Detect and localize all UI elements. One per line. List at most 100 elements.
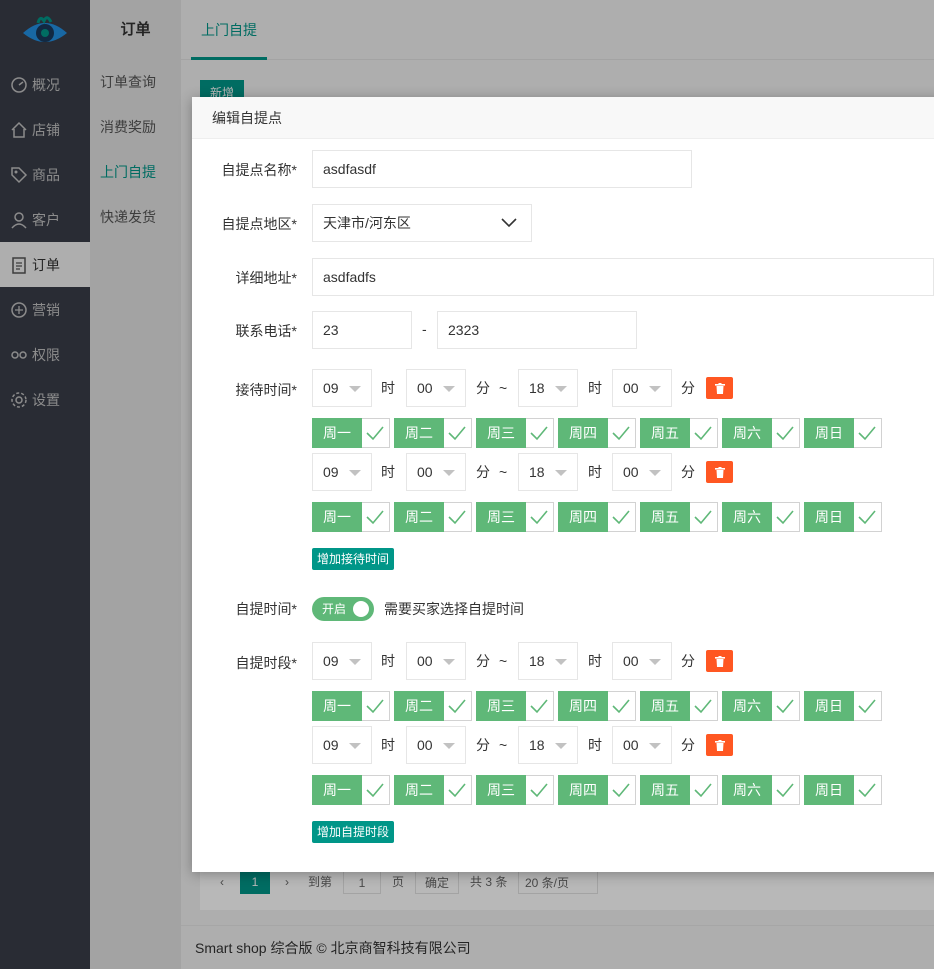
pickup-end-h-select[interactable]: 18 (518, 642, 578, 680)
weekday-checkbox[interactable]: 周五 (640, 418, 718, 448)
weekday-checkbox[interactable]: 周五 (640, 502, 718, 532)
reception-end-m-select[interactable]: 00 (612, 369, 672, 407)
weekday-checkbox[interactable]: 周六 (722, 775, 800, 805)
check-icon (775, 508, 795, 526)
check-icon (775, 424, 795, 442)
check-icon (857, 424, 877, 442)
reception-end-m-select[interactable]: 00 (612, 453, 672, 491)
weekday-checkbox[interactable]: 周一 (312, 691, 390, 721)
check-icon (693, 781, 713, 799)
hour-unit: 时 (588, 737, 602, 753)
phone-number-input[interactable]: 2323 (437, 311, 637, 349)
weekday-checkbox[interactable]: 周一 (312, 502, 390, 532)
reception-start-m-value: 00 (417, 464, 433, 480)
weekday-checkbox[interactable]: 周六 (722, 502, 800, 532)
pickup-start-h-value: 09 (323, 653, 339, 669)
weekday-checkbox[interactable]: 周日 (804, 775, 882, 805)
weekday-checkbox[interactable]: 周三 (476, 691, 554, 721)
weekday-checkbox[interactable]: 周二 (394, 418, 472, 448)
weekday-label: 周六 (722, 775, 772, 805)
weekday-label: 周五 (640, 775, 690, 805)
add-reception-time-button[interactable]: 增加接待时间 (312, 548, 395, 570)
pickup-start-m-value: 00 (417, 653, 433, 669)
pickup-end-m-value: 00 (623, 653, 639, 669)
trash-icon (714, 739, 725, 751)
check-icon (529, 424, 549, 442)
pickup-end-m-select[interactable]: 00 (612, 642, 672, 680)
weekday-checkbox[interactable]: 周三 (476, 502, 554, 532)
weekday-label: 周五 (640, 418, 690, 448)
pickup-time-switch[interactable]: 开启 (312, 597, 374, 621)
region-select[interactable]: 天津市/河东区 (312, 204, 532, 242)
reception-start-h-value: 09 (323, 464, 339, 480)
weekday-label: 周三 (476, 775, 526, 805)
delete-slot-button[interactable] (706, 734, 733, 756)
weekday-checkbox[interactable]: 周三 (476, 775, 554, 805)
reception-start-h-select[interactable]: 09 (312, 453, 372, 491)
delete-slot-button[interactable] (706, 377, 733, 399)
weekday-label: 周六 (722, 502, 772, 532)
check-icon (365, 424, 385, 442)
check-icon (611, 508, 631, 526)
hour-unit: 时 (381, 464, 395, 480)
phone-area-input[interactable]: 23 (312, 311, 412, 349)
weekday-label: 周三 (476, 418, 526, 448)
check-icon (365, 508, 385, 526)
pickup-start-h-select[interactable]: 09 (312, 726, 372, 764)
check-icon (611, 424, 631, 442)
weekday-label: 周六 (722, 418, 772, 448)
weekday-checkbox[interactable]: 周二 (394, 775, 472, 805)
pickup-end-m-select[interactable]: 00 (612, 726, 672, 764)
pickup-start-m-select[interactable]: 00 (406, 642, 466, 680)
pickup-start-m-select[interactable]: 00 (406, 726, 466, 764)
dialog-title: 编辑自提点 (192, 97, 934, 139)
reception-end-h-select[interactable]: 18 (518, 369, 578, 407)
check-icon (529, 781, 549, 799)
minute-unit: 分 (476, 464, 490, 480)
weekday-checkbox[interactable]: 周六 (722, 418, 800, 448)
weekday-checkbox[interactable]: 周二 (394, 691, 472, 721)
weekday-checkbox[interactable]: 周五 (640, 691, 718, 721)
weekday-checkbox[interactable]: 周四 (558, 775, 636, 805)
caret-down-icon (649, 386, 661, 392)
minute-unit: 分 (476, 653, 490, 669)
delete-slot-button[interactable] (706, 650, 733, 672)
weekday-checkbox[interactable]: 周日 (804, 418, 882, 448)
caret-down-icon (443, 659, 455, 665)
weekday-label: 周四 (558, 418, 608, 448)
reception-label: 接待时间* (235, 382, 297, 398)
caret-down-icon (443, 743, 455, 749)
weekday-label: 周五 (640, 691, 690, 721)
reception-start-h-select[interactable]: 09 (312, 369, 372, 407)
caret-down-icon (649, 743, 661, 749)
pickup-start-h-select[interactable]: 09 (312, 642, 372, 680)
delete-slot-button[interactable] (706, 461, 733, 483)
weekday-label: 周六 (722, 691, 772, 721)
add-pickup-slot-button[interactable]: 增加自提时段 (312, 821, 395, 843)
weekday-checkbox[interactable]: 周二 (394, 502, 472, 532)
weekday-checkbox[interactable]: 周四 (558, 418, 636, 448)
address-input[interactable]: asdfadfs (312, 258, 934, 296)
weekday-checkbox[interactable]: 周四 (558, 691, 636, 721)
name-input[interactable]: asdfasdf (312, 150, 692, 188)
weekday-checkbox[interactable]: 周四 (558, 502, 636, 532)
weekday-checkbox[interactable]: 周五 (640, 775, 718, 805)
name-label: 自提点名称* (221, 162, 297, 178)
check-icon (857, 697, 877, 715)
weekday-label: 周五 (640, 502, 690, 532)
reception-start-m-select[interactable]: 00 (406, 453, 466, 491)
reception-end-m-value: 00 (623, 464, 639, 480)
reception-start-m-select[interactable]: 00 (406, 369, 466, 407)
reception-end-h-select[interactable]: 18 (518, 453, 578, 491)
weekday-checkbox[interactable]: 周一 (312, 418, 390, 448)
weekday-checkbox[interactable]: 周日 (804, 502, 882, 532)
weekday-checkbox[interactable]: 周一 (312, 775, 390, 805)
switch-state-text: 开启 (322, 602, 347, 616)
pickup-end-h-select[interactable]: 18 (518, 726, 578, 764)
weekday-checkbox[interactable]: 周三 (476, 418, 554, 448)
weekday-checkbox[interactable]: 周六 (722, 691, 800, 721)
weekday-checkbox[interactable]: 周日 (804, 691, 882, 721)
caret-down-icon (349, 386, 361, 392)
caret-down-icon (349, 659, 361, 665)
range-tilde: ~ (499, 737, 508, 753)
